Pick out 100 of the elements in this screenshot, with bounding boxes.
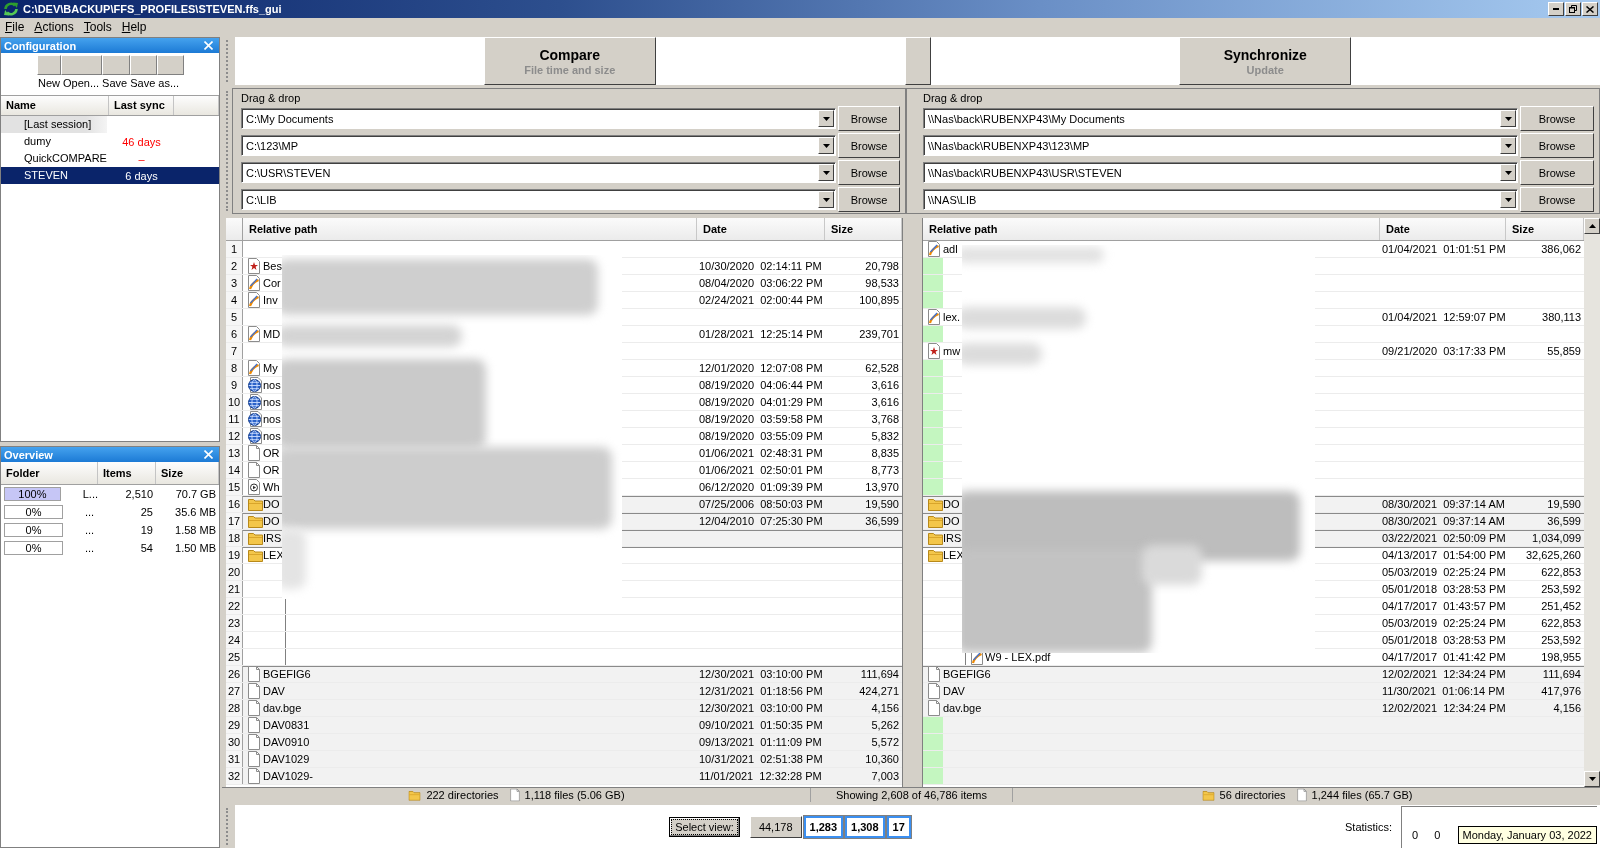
status-text: 56 directories (1219, 789, 1286, 801)
file-size: 8,773 (871, 464, 900, 476)
file-name: DAV0910 (263, 736, 310, 748)
row-number: 23 (226, 615, 243, 631)
file-size: 3,768 (871, 413, 900, 425)
file-date: 07/25/2006 08:50:03 PM (698, 498, 823, 510)
row-number: 6 (226, 326, 243, 342)
file-name: adl (943, 243, 958, 255)
file-size: 111,694 (860, 668, 900, 680)
row-number: 20 (226, 564, 243, 580)
file-size: 7,003 (871, 770, 900, 782)
file-date: 10/30/2020 02:14:11 PM (698, 260, 822, 272)
toolbar-label: Open... (63, 76, 100, 89)
file-size: 198,955 (1541, 651, 1582, 663)
file-name: nos (263, 430, 281, 442)
row-number: 3 (226, 275, 243, 291)
file-date: 05/03/2019 02:25:24 PM (1381, 566, 1506, 578)
file-size: 13,970 (865, 481, 900, 493)
file-name: DO (943, 498, 960, 510)
file-size: 32,625,260 (1525, 549, 1582, 561)
row-number: 11 (226, 411, 243, 427)
file-name: DAV1029 (263, 753, 310, 765)
progress-percent: 0% (25, 506, 42, 518)
row-number: 25 (226, 649, 243, 665)
window-title: C:\DEV\BACKUP\FFS_PROFILES\STEVEN.ffs_gui (23, 3, 282, 15)
file-name: Bes (263, 260, 282, 272)
folder-name: ... (85, 542, 95, 554)
row-number: 21 (226, 581, 243, 597)
file-name: DO (263, 498, 280, 510)
file-date: 05/03/2019 02:25:24 PM (1381, 617, 1506, 629)
file-name: BGEFIG6 (943, 668, 991, 680)
statistic-value: 0 (1434, 829, 1441, 841)
row-number: 32 (226, 768, 243, 784)
file-date: 06/12/2020 01:09:39 PM (698, 481, 823, 493)
file-name: lex. (943, 311, 961, 323)
row-number: 18 (226, 530, 243, 546)
row-number: 13 (226, 445, 243, 461)
file-size: 417,976 (1541, 685, 1582, 697)
file-size: 19,590 (1547, 498, 1582, 510)
status-text: 1,244 files (65.7 GB) (1311, 789, 1413, 801)
file-size: 19,590 (865, 498, 900, 510)
panel-title: Overview (4, 448, 53, 461)
file-size: 622,853 (1541, 566, 1582, 578)
file-size: 100,895 (859, 294, 900, 306)
folder-name: L... (82, 488, 98, 500)
file-name: dav.bge (943, 702, 982, 714)
file-size: 36,599 (865, 515, 900, 527)
file-name: DAV0831 (263, 719, 310, 731)
profile-name: STEVEN (23, 168, 68, 183)
file-date: 11/30/2021 01:06:14 PM (1381, 685, 1505, 697)
last-sync: 46 days (122, 135, 161, 148)
file-date: 01/06/2021 02:50:01 PM (698, 464, 823, 476)
status-text: 222 directories (426, 789, 499, 801)
item-count: 54 (140, 542, 154, 554)
drop-caption: Drag & drop (241, 91, 301, 105)
row-number: 5 (226, 309, 243, 325)
file-date: 09/21/2020 03:17:33 PM (1381, 345, 1506, 357)
row-number: 31 (226, 751, 243, 767)
progress-percent: 100% (18, 488, 47, 500)
file-name: Inv (263, 294, 278, 306)
folder-size: 1.58 MB (175, 524, 217, 536)
row-number: 30 (226, 734, 243, 750)
file-size: 251,452 (1541, 600, 1582, 612)
file-size: 3,616 (871, 396, 900, 408)
row-number: 8 (226, 360, 243, 376)
file-name: OR (263, 447, 280, 459)
folder-size: 35.6 MB (175, 506, 217, 518)
row-number: 19 (226, 547, 243, 563)
file-date: 04/17/2017 01:41:42 PM (1381, 651, 1506, 663)
row-number: 26 (226, 666, 243, 682)
row-number: 10 (226, 394, 243, 410)
progress-percent: 0% (25, 542, 42, 554)
file-size: 386,062 (1541, 243, 1582, 255)
file-name: W9 - LEX.pdf (985, 651, 1051, 663)
row-number: 7 (226, 343, 243, 359)
status-text: 1,118 files (5.06 GB) (524, 789, 625, 801)
item-count: 25 (140, 506, 154, 518)
row-number: 22 (226, 598, 243, 614)
profile-name: dumy (23, 134, 51, 149)
row-number: 4 (226, 292, 243, 308)
file-size: 4,156 (1553, 702, 1582, 714)
file-date: 05/01/2018 03:28:53 PM (1381, 634, 1506, 646)
file-size: 4,156 (871, 702, 900, 714)
file-size: 253,592 (1541, 583, 1582, 595)
status-text: Showing 2,608 of 46,786 items (835, 789, 987, 801)
file-name: BGEFIG6 (263, 668, 311, 680)
file-name: DAV (943, 685, 965, 697)
toolbar-label: Save as... (130, 76, 180, 89)
last-sync: – (138, 152, 145, 165)
file-date: 12/02/2021 12:34:24 PM (1381, 668, 1506, 680)
row-number: 24 (226, 632, 243, 648)
file-size: 5,572 (871, 736, 900, 748)
statistics-label: Statistics: (1345, 820, 1393, 833)
file-date: 09/10/2021 01:50:35 PM (698, 719, 823, 731)
file-name: Cor (263, 277, 281, 289)
toolbar-label: Save (102, 76, 128, 89)
file-name: DAV (263, 685, 285, 697)
file-date: 02/24/2021 02:00:44 PM (698, 294, 823, 306)
file-name: DO (263, 515, 280, 527)
file-date: 10/31/2021 02:51:38 PM (698, 753, 823, 765)
